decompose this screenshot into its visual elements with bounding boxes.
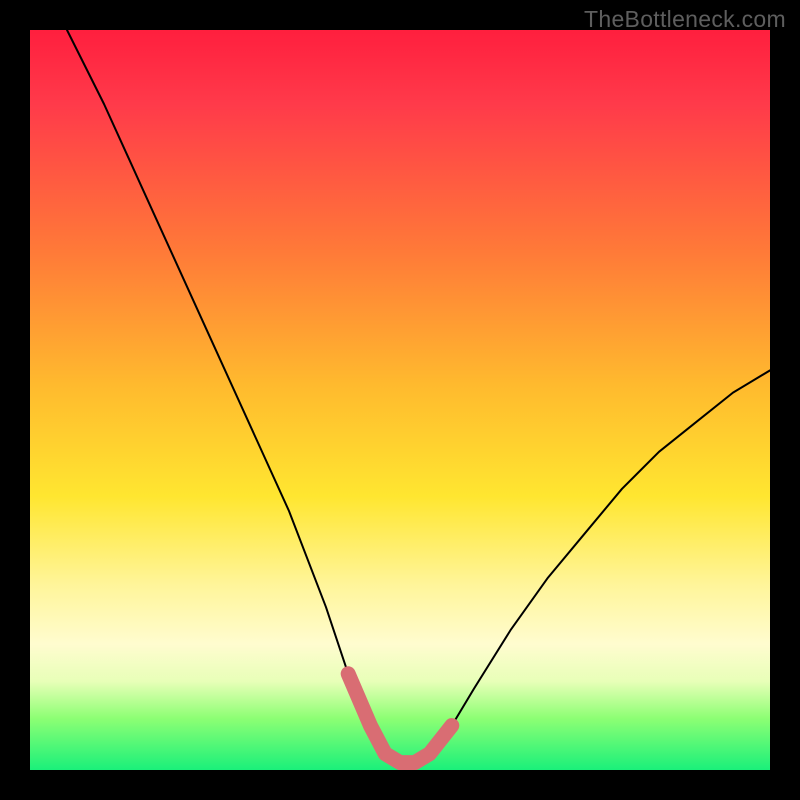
plot-area [30,30,770,770]
watermark-text: TheBottleneck.com [584,6,786,33]
chart-frame: TheBottleneck.com [0,0,800,800]
bottleneck-curve-line [67,30,770,763]
valley-highlight-line [348,674,452,763]
bottleneck-curve-svg [30,30,770,770]
